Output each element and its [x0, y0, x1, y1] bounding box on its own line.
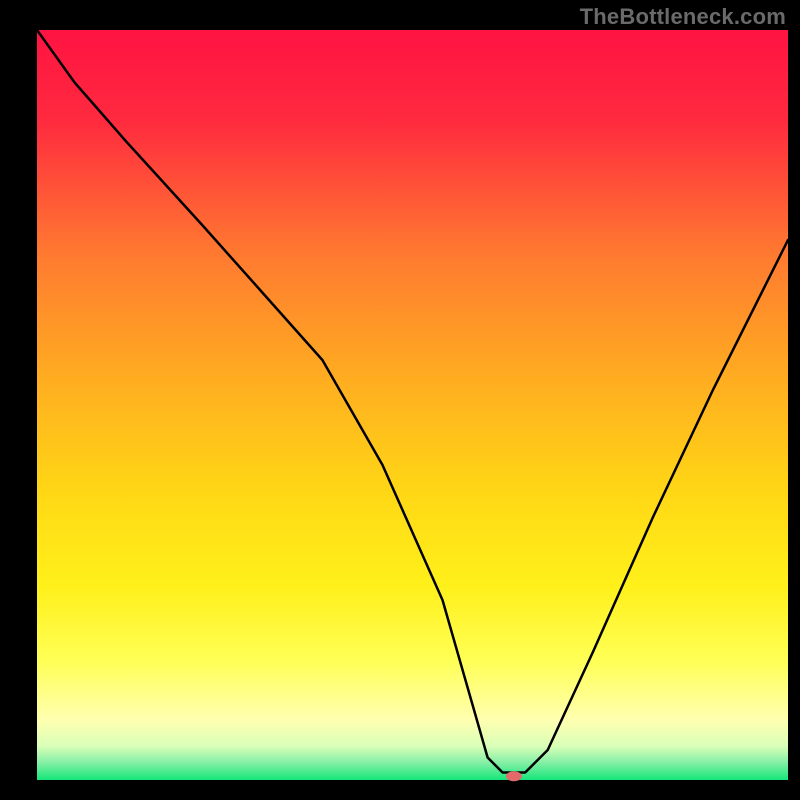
optimal-marker	[506, 771, 522, 781]
chart-frame: TheBottleneck.com	[0, 0, 800, 800]
gradient-background	[37, 30, 788, 780]
bottleneck-chart	[0, 0, 800, 800]
